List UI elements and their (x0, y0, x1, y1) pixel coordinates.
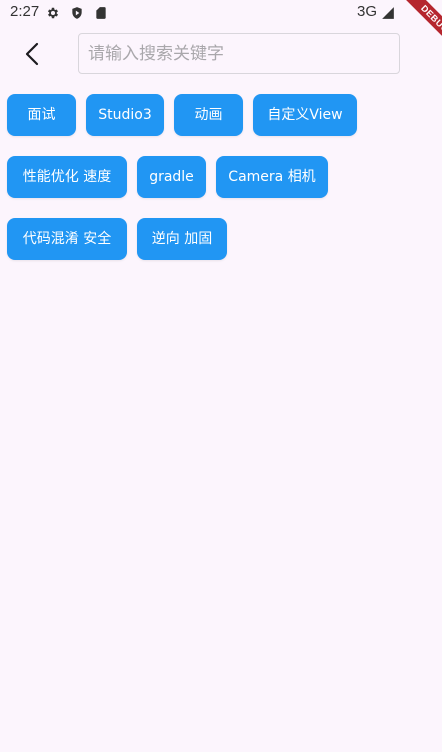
back-button[interactable] (14, 36, 50, 72)
network-type: 3G (357, 3, 378, 20)
debug-label: DEBUG (399, 0, 442, 55)
tag-reverse[interactable]: 逆向 加固 (137, 218, 227, 260)
chevron-left-icon (25, 42, 39, 66)
tag-animation[interactable]: 动画 (174, 94, 243, 136)
shield-icon (70, 5, 84, 19)
tag-performance[interactable]: 性能优化 速度 (7, 156, 127, 198)
search-input[interactable] (78, 33, 400, 74)
tag-studio3[interactable]: Studio3 (86, 94, 164, 136)
tag-camera[interactable]: Camera 相机 (216, 156, 328, 198)
settings-icon (46, 5, 60, 19)
status-bar: 2:27 3G (0, 0, 442, 24)
tag-gradle[interactable]: gradle (137, 156, 206, 198)
tag-interview[interactable]: 面试 (7, 94, 76, 136)
status-time: 2:27 (10, 3, 40, 20)
tag-obfuscation[interactable]: 代码混淆 安全 (7, 218, 127, 260)
tag-custom-view[interactable]: 自定义View (253, 94, 357, 136)
sd-card-icon (94, 5, 108, 19)
